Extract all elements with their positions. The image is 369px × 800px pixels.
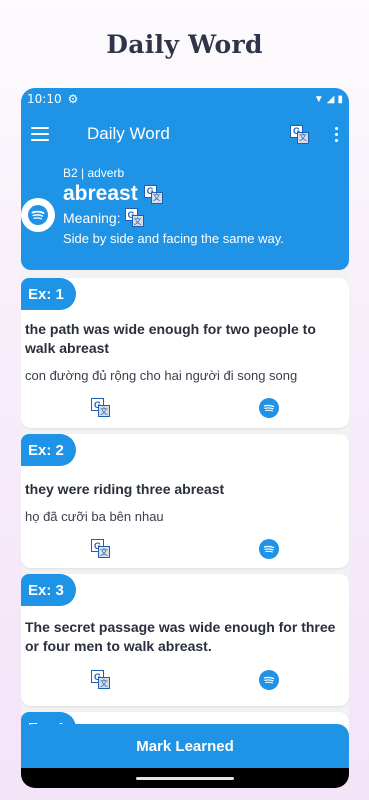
settings-icon: ⚙	[67, 92, 79, 106]
example-badge: Ex: 2	[21, 434, 76, 466]
word-text: abreast	[63, 182, 138, 205]
word-level: B2 | adverb	[63, 166, 125, 180]
phone-screen: 10:10 ⚙ ▼ ◢ ▮ Daily Word G文 B2 | adverb …	[21, 88, 349, 788]
example-badge: Ex: 1	[21, 278, 76, 310]
signal-icon: ◢	[326, 93, 335, 105]
word-header: B2 | adverb abreast G文 Meaning: G文 Side …	[21, 158, 349, 270]
menu-icon[interactable]	[31, 127, 49, 141]
home-indicator[interactable]	[136, 777, 234, 780]
mark-learned-button[interactable]: Mark Learned	[21, 724, 349, 768]
more-vert-icon[interactable]	[335, 126, 339, 142]
promo-title: Daily Word	[106, 30, 263, 59]
translate-icon[interactable]: G文	[143, 184, 163, 204]
translate-icon[interactable]: G文	[290, 124, 309, 144]
example-english: they were riding three abreast	[25, 481, 225, 497]
speaker-icon	[28, 205, 48, 225]
status-icons: ▼ ◢ ▮	[314, 94, 343, 105]
translate-icon[interactable]: G文	[124, 208, 144, 227]
translate-icon[interactable]: G文	[91, 670, 110, 689]
status-time: 10:10	[27, 92, 62, 106]
translate-icon[interactable]: G文	[91, 398, 110, 417]
battery-icon: ▮	[337, 93, 343, 105]
speaker-icon[interactable]	[259, 670, 279, 690]
meaning-label: Meaning:	[63, 209, 121, 226]
example-english: The secret passage was wide enough for t…	[25, 619, 336, 654]
example-vietnamese: họ đã cưỡi ba bên nhau	[25, 509, 164, 524]
speaker-icon[interactable]	[259, 539, 279, 559]
example-card: Ex: 2 they were riding three abreast họ …	[21, 434, 349, 568]
example-card: Ex: 1 the path was wide enough for two p…	[21, 278, 349, 428]
system-nav-bar	[21, 768, 349, 788]
example-english: the path was wide enough for two people …	[25, 321, 316, 356]
word-speaker-button[interactable]	[21, 198, 55, 232]
app-bar: Daily Word G文	[21, 110, 349, 158]
status-bar: 10:10 ⚙ ▼ ◢ ▮	[21, 88, 349, 110]
word-definition: Side by side and facing the same way.	[63, 231, 284, 246]
example-vietnamese: con đường đủ rộng cho hai người đi song …	[25, 368, 298, 383]
examples-list: Ex: 1 the path was wide enough for two p…	[21, 278, 349, 778]
example-badge: Ex: 3	[21, 574, 76, 606]
example-card: Ex: 3 The secret passage was wide enough…	[21, 574, 349, 706]
app-title: Daily Word	[87, 124, 170, 143]
speaker-icon[interactable]	[259, 398, 279, 418]
translate-icon[interactable]: G文	[91, 539, 110, 558]
wifi-icon: ▼	[313, 93, 324, 105]
